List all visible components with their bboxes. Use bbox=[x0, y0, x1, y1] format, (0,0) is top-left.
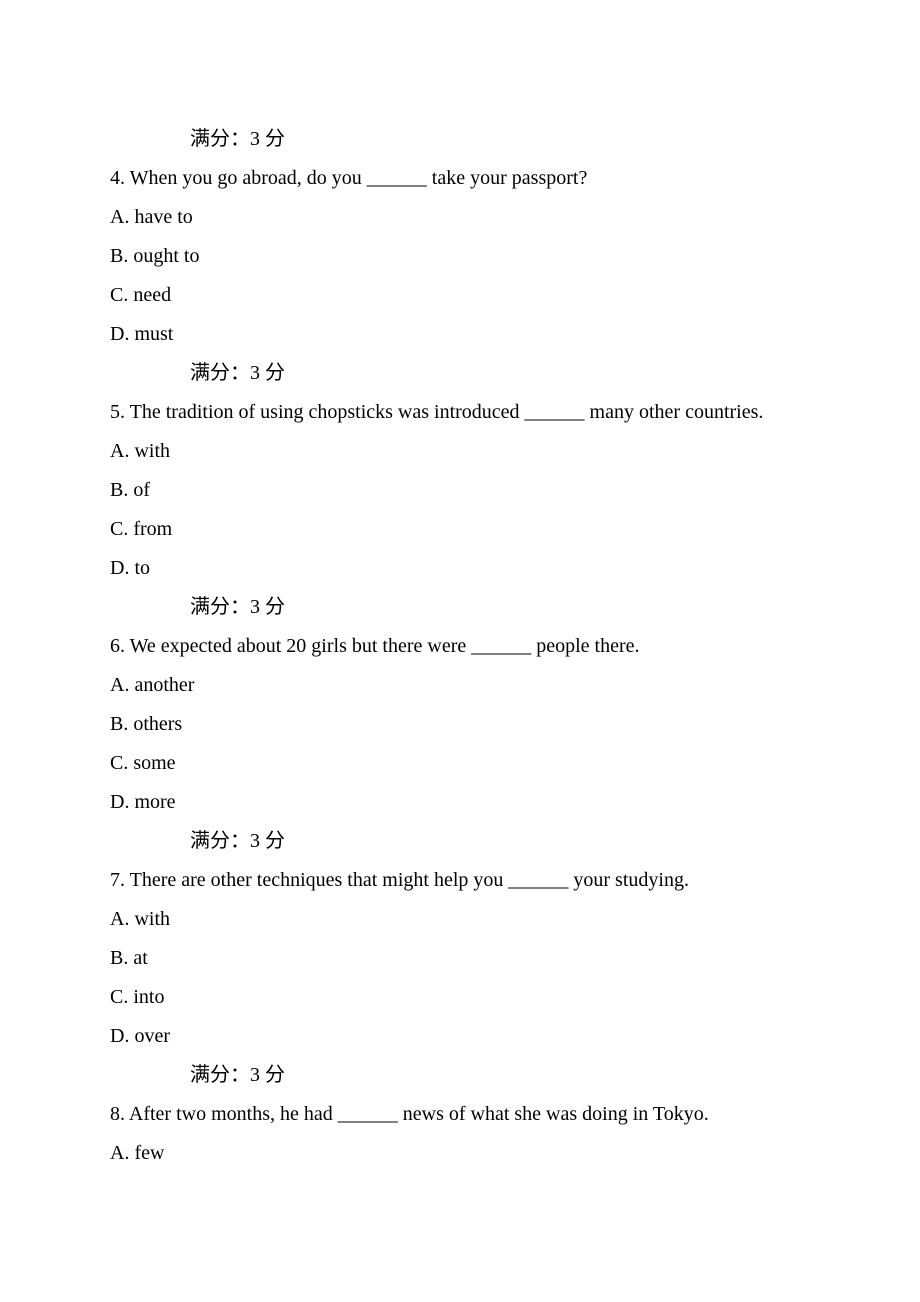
question-6-option-c: C. some bbox=[110, 744, 810, 783]
question-4-option-a: A. have to bbox=[110, 198, 810, 237]
question-8-text: 8. After two months, he had ______ news … bbox=[110, 1095, 810, 1134]
question-4-option-c: C. need bbox=[110, 276, 810, 315]
question-7-option-d: D. over bbox=[110, 1017, 810, 1056]
question-5-score: 满分：3 分 bbox=[110, 588, 810, 627]
question-3-score: 满分：3 分 bbox=[110, 120, 810, 159]
question-5-option-c: C. from bbox=[110, 510, 810, 549]
question-4-text: 4. When you go abroad, do you ______ tak… bbox=[110, 159, 810, 198]
question-4-score: 满分：3 分 bbox=[110, 354, 810, 393]
question-7-score: 满分：3 分 bbox=[110, 1056, 810, 1095]
question-6-score: 满分：3 分 bbox=[110, 822, 810, 861]
question-5-text: 5. The tradition of using chopsticks was… bbox=[110, 393, 810, 432]
question-6-option-a: A. another bbox=[110, 666, 810, 705]
question-7-option-c: C. into bbox=[110, 978, 810, 1017]
question-7-option-b: B. at bbox=[110, 939, 810, 978]
question-6-option-d: D. more bbox=[110, 783, 810, 822]
question-8-option-a: A. few bbox=[110, 1134, 810, 1173]
question-6-text: 6. We expected about 20 girls but there … bbox=[110, 627, 810, 666]
question-7-option-a: A. with bbox=[110, 900, 810, 939]
question-4-option-b: B. ought to bbox=[110, 237, 810, 276]
question-5-option-a: A. with bbox=[110, 432, 810, 471]
question-7-text: 7. There are other techniques that might… bbox=[110, 861, 810, 900]
question-5-option-d: D. to bbox=[110, 549, 810, 588]
question-4-option-d: D. must bbox=[110, 315, 810, 354]
question-5-option-b: B. of bbox=[110, 471, 810, 510]
question-6-option-b: B. others bbox=[110, 705, 810, 744]
